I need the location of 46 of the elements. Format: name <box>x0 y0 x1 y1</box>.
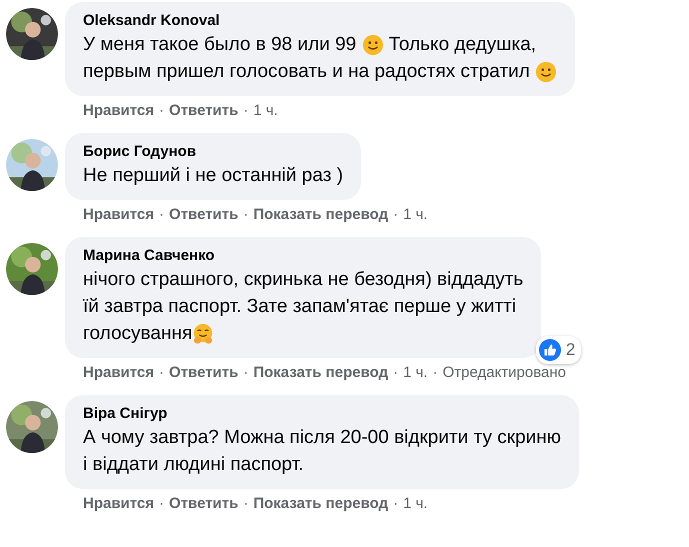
action-link[interactable]: Показать перевод <box>253 363 388 383</box>
comment-author[interactable]: Віра Снігур <box>83 404 168 424</box>
separator: · <box>243 363 248 383</box>
separator: · <box>243 494 248 514</box>
comment-text: голосування <box>83 322 192 346</box>
comment-text: їй завтра паспорт. Зате запам'ятає перше у житті <box>83 295 516 319</box>
action-link[interactable]: Ответить <box>169 205 238 225</box>
hug-emoji-icon <box>192 322 214 344</box>
smile-emoji-icon <box>535 60 558 82</box>
action-link[interactable]: Нравится <box>83 101 154 121</box>
separator: · <box>432 363 438 383</box>
comment-text: Не перший і не останній раз ) <box>83 164 344 188</box>
comment-author[interactable]: Oleksandr Konoval <box>83 11 220 31</box>
comment-text: нічого страшного, скринька не безодня) віддадуть <box>83 268 524 292</box>
separator: · <box>393 494 398 514</box>
smile-emoji-icon <box>362 34 384 56</box>
separator: · <box>159 363 164 383</box>
comment-author[interactable]: Борис Годунов <box>83 142 196 162</box>
action-link[interactable]: Ответить <box>169 101 238 121</box>
action-link[interactable]: Показать перевод <box>253 494 388 514</box>
comment-text: А чому завтра? Можна після 20-00 відкрити ту скриню <box>83 426 562 450</box>
timestamp: Отредактировано <box>442 363 566 383</box>
separator: · <box>243 205 248 225</box>
action-link[interactable]: Показать перевод <box>253 205 388 225</box>
timestamp: 1 ч. <box>403 205 428 225</box>
timestamp: 1 ч. <box>253 101 278 121</box>
comment-text: первым пришел голосовать и на радостях стратил <box>83 60 531 84</box>
comment-text: і віддати людині паспорт. <box>83 453 304 477</box>
action-link[interactable]: Ответить <box>169 494 238 514</box>
separator: · <box>159 494 164 514</box>
comment-text: У меня такое было в 98 или 99 <box>83 33 358 57</box>
comment-text: Только дедушка, <box>388 33 536 57</box>
separator: · <box>393 363 398 383</box>
like-icon <box>538 339 561 361</box>
separator: · <box>159 101 164 121</box>
comment-author[interactable]: Марина Савченко <box>83 246 215 266</box>
timestamp: 1 ч. <box>403 494 428 514</box>
separator: · <box>243 101 248 121</box>
action-link[interactable]: Ответить <box>169 363 238 383</box>
action-link[interactable]: Нравится <box>83 494 154 514</box>
reaction-badge[interactable]: 2 <box>536 336 582 364</box>
timestamp: 1 ч. <box>403 363 428 383</box>
action-link[interactable]: Нравится <box>83 205 154 225</box>
separator: · <box>159 205 164 225</box>
separator: · <box>393 205 398 225</box>
action-link[interactable]: Нравится <box>83 363 154 383</box>
